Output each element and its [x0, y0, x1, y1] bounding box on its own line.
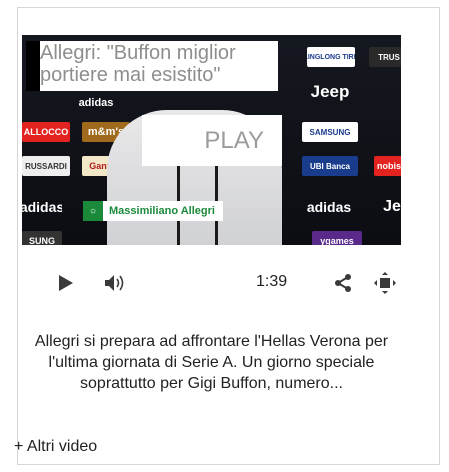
- video-title: Allegri: "Buffon miglior portiere mai es…: [40, 42, 236, 86]
- sponsor-logo: Je: [383, 198, 401, 215]
- sponsor-logo: LINGLONG TIRE: [307, 47, 355, 67]
- video-title-box: Allegri: "Buffon miglior portiere mai es…: [26, 41, 278, 91]
- fullscreen-icon[interactable]: [374, 268, 396, 298]
- volume-icon[interactable]: [104, 268, 126, 298]
- speaker-name: Massimiliano Allegri: [109, 205, 215, 217]
- sponsor-logo: TRUS: [369, 47, 401, 67]
- sponsor-logo: Jeep: [310, 82, 350, 101]
- video-description: Allegri si prepara ad affrontare l'Hella…: [34, 333, 389, 392]
- player-controls: 1:39: [22, 268, 401, 298]
- play-overlay-button[interactable]: PLAY: [142, 115, 282, 166]
- sponsor-logo: SAMSUNG: [302, 122, 358, 142]
- sponsor-logo: RUSSARDI: [22, 156, 70, 176]
- more-videos-link[interactable]: + Altri video: [14, 438, 97, 456]
- badge-icon: ○: [83, 201, 103, 221]
- sponsor-logo: adidas: [78, 97, 114, 109]
- speaker-name-tag: ○ Massimiliano Allegri: [83, 201, 223, 221]
- sponsor-logo: ALLOCCO: [22, 122, 70, 142]
- share-icon[interactable]: [334, 268, 352, 298]
- sponsor-logo: UBI Banca: [302, 156, 358, 176]
- play-icon[interactable]: [58, 268, 74, 298]
- sponsor-logo: ygames: [312, 231, 362, 245]
- sponsor-logo: adidas: [306, 199, 352, 215]
- video-duration: 1:39: [256, 273, 288, 290]
- video-player[interactable]: LINGLONG TIRE TRUS Jeep adidas ALLOCCO m…: [22, 35, 401, 245]
- sponsor-logo: adidas: [22, 199, 62, 215]
- sponsor-logo: SUNG: [22, 231, 62, 245]
- sponsor-logo: nobis: [374, 156, 401, 176]
